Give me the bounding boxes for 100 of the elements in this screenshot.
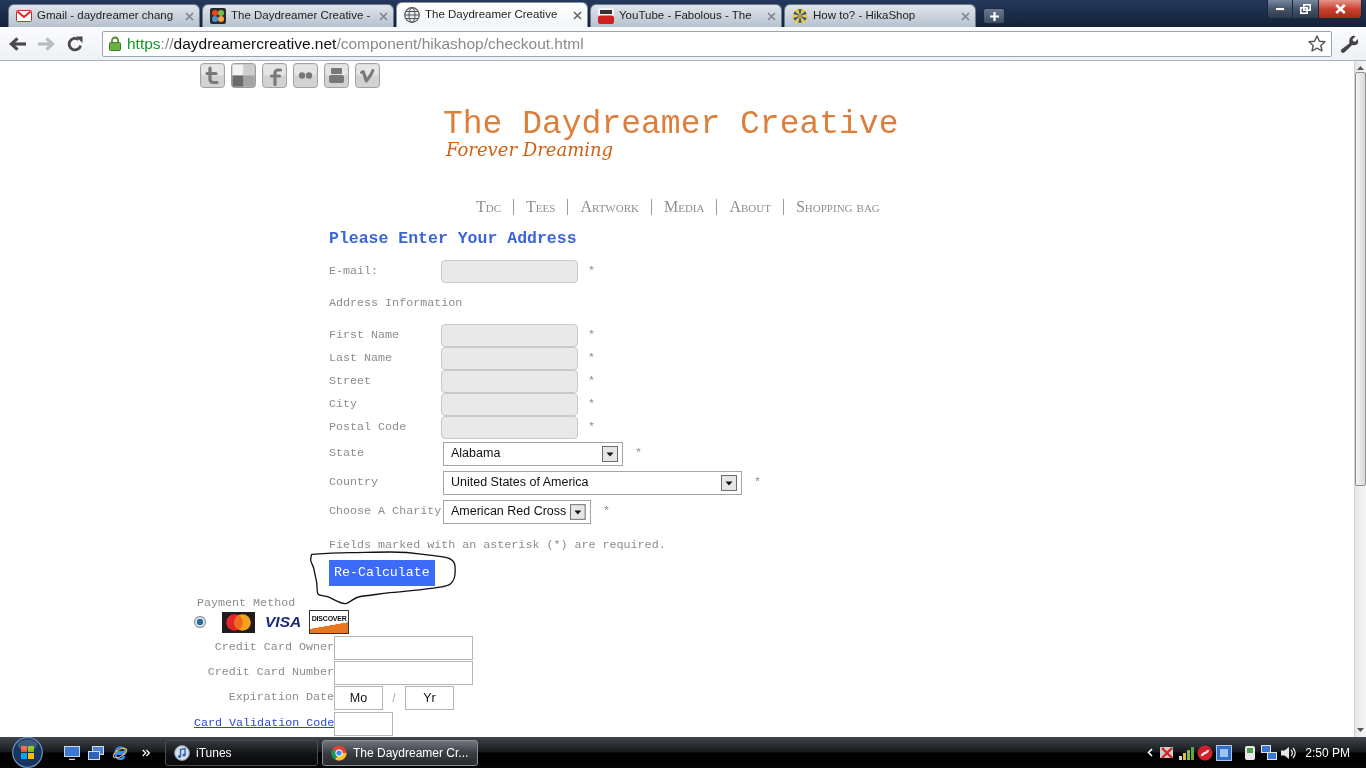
chevron-double-icon[interactable] [142,748,150,757]
url-text: https://daydreamercreative.net/component/hikashop/checkout.html [127,33,585,54]
t-logo-icon[interactable] [200,63,225,88]
scroll-up-icon[interactable] [1357,66,1364,70]
field-label: Choose A Charity [329,502,441,520]
site-title: The Daydreamer Creative [443,108,899,142]
text-field[interactable] [441,370,578,393]
field-label: Credit Card Owner [213,639,334,657]
close-icon[interactable] [379,11,388,21]
lock-icon [109,36,121,51]
date-separator: / [391,690,397,707]
required-mark: * [588,262,595,280]
swirl-icon [210,8,226,24]
new-tab-button[interactable] [983,8,1005,24]
star-icon[interactable] [1308,35,1326,52]
browser-tab[interactable]: The Daydreamer Creative - [202,4,394,27]
required-mark: * [635,444,642,462]
required-note: Fields marked with an asterisk (*) are required. [329,538,666,552]
scroll-down-icon[interactable] [1357,728,1364,732]
text-field[interactable] [441,416,578,439]
field-label: E-mail: [329,262,380,280]
close-icon [1334,4,1346,14]
section-heading: Address Information [329,295,463,312]
card-logo: VISA [265,613,302,631]
square-badge-icon[interactable] [1216,744,1233,761]
checker-logo-icon[interactable] [231,63,256,88]
field-label: Country [329,473,380,491]
text-field[interactable] [441,260,578,283]
desktop-icon[interactable] [64,745,80,760]
text-field[interactable] [441,347,578,370]
text-field[interactable] [334,636,473,660]
text-field[interactable] [334,661,473,685]
recalculate-button[interactable]: Re-Calculate [329,560,435,586]
address-bar[interactable]: https://daydreamercreative.net/component/hikashop/checkout.html [102,30,1332,57]
speaker-icon[interactable] [1280,744,1297,761]
e-logo-icon[interactable] [112,744,128,761]
browser-tab[interactable]: How to? - HikaShop [784,4,976,27]
swirl-badge-icon[interactable] [1197,744,1214,761]
taskbar-button[interactable]: iTunes [165,739,318,766]
close-icon[interactable] [573,10,582,20]
music-disc-icon [174,744,190,761]
field-label: Expiration Date [227,689,334,707]
required-mark: * [588,372,595,390]
two-dots-icon[interactable] [293,63,318,88]
segmented-circle-icon [331,744,347,761]
scroll-thumb[interactable] [1355,72,1366,486]
f-logo-icon[interactable] [262,63,287,88]
taskbar-button[interactable]: The Daydreamer Cr... [322,739,478,766]
network-monitors-icon[interactable] [1261,744,1278,761]
field-link[interactable]: Card Validation Code [194,716,335,731]
field-label: Street [329,372,373,390]
required-mark: * [754,473,761,491]
v-logo-icon[interactable] [355,63,380,88]
tube-logo-icon [598,8,614,24]
required-mark: * [603,502,610,520]
required-mark: * [588,395,595,413]
required-mark: * [588,349,595,367]
arrow-left-icon[interactable] [8,36,26,51]
window-stack-icon[interactable] [88,745,104,760]
globe-icon [404,7,420,23]
pinwheel-icon [792,8,808,24]
close-icon[interactable] [185,11,194,21]
clock-time: 2:50 PM [1305,744,1350,762]
start-orb-icon[interactable] [12,737,43,768]
select-field[interactable]: Alabama [443,441,623,466]
browser-tab[interactable]: Gmail - daydreamer chang [8,4,200,27]
section-label: Payment Method [197,596,296,610]
field-label: First Name [329,326,401,344]
year-select[interactable]: Yr [405,686,454,710]
field-label: Postal Code [329,418,408,436]
select-field[interactable]: United States of America [443,470,742,495]
required-mark: * [588,326,595,344]
envelope-icon [16,8,32,24]
radio-button[interactable] [194,616,206,628]
minimize-icon [1275,7,1285,11]
browser-tab[interactable]: The Daydreamer Creative [396,2,588,27]
flag-warning-icon[interactable] [1159,744,1176,761]
tube-tile-icon[interactable] [324,63,349,88]
close-icon[interactable] [961,11,970,21]
field-label: Credit Card Number [206,664,334,682]
minimize-button[interactable] [1267,0,1293,19]
restore-icon [1300,4,1311,14]
chevron-left-icon[interactable] [1147,748,1154,757]
field-label: City [329,395,359,413]
browser-tab[interactable]: YouTube - Fabolous - The [590,4,782,27]
month-select[interactable]: Mo [334,686,383,710]
close-icon[interactable] [767,11,776,21]
select-field[interactable]: American Red Cross [443,499,591,524]
text-field[interactable] [441,324,578,347]
plus-icon [989,11,999,21]
wrench-icon[interactable] [1340,34,1358,53]
site-tagline: Forever Dreaming [446,139,614,161]
close-button[interactable] [1319,0,1362,19]
signal-bars-icon[interactable] [1178,744,1195,761]
restore-button[interactable] [1293,0,1319,19]
text-field[interactable] [334,712,393,736]
text-field[interactable] [441,393,578,416]
field-label: Last Name [329,349,394,367]
overlapping-circles-icon [222,611,255,633]
field-label: State [329,444,366,462]
